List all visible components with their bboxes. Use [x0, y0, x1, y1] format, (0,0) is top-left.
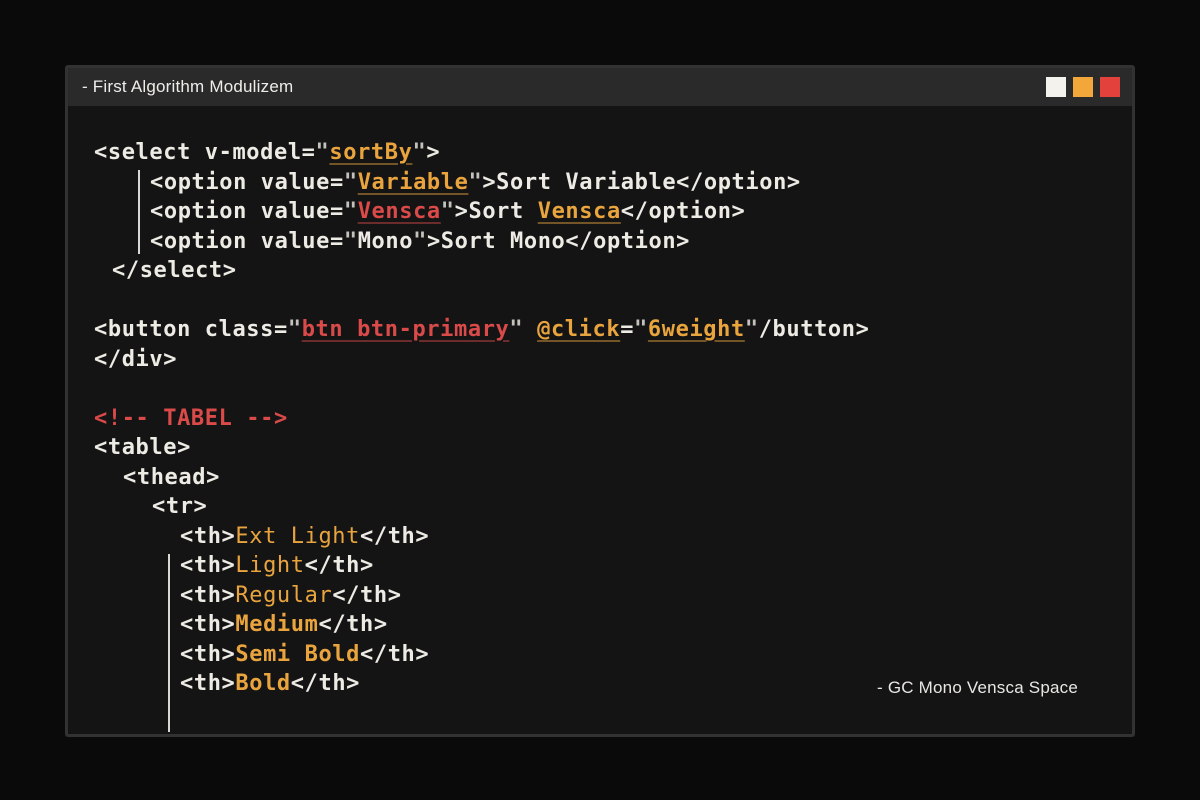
footer-label: - GC Mono Vensca Space [877, 678, 1078, 698]
code-token: <!-- TABEL --> [94, 406, 288, 431]
code-token: " [413, 229, 427, 254]
code-token [523, 317, 537, 342]
code-token: <th> [180, 642, 235, 667]
code-line: <option value="Variable">Sort Variable</… [94, 168, 1132, 198]
code-token: /button> [759, 317, 870, 342]
close-button[interactable] [1100, 77, 1120, 97]
code-token: </th> [332, 583, 401, 608]
indent-guide [168, 554, 170, 732]
code-line: <th>Medium</th> [94, 610, 1132, 640]
code-token: " [288, 317, 302, 342]
code-token: Regular [235, 583, 332, 608]
code-token: <option value= [150, 199, 344, 224]
code-token: <th> [180, 524, 235, 549]
code-token: Vensca [538, 199, 621, 224]
code-line: </select> [94, 256, 1132, 286]
code-token: Medium [235, 612, 318, 637]
code-token: > [426, 140, 440, 165]
code-line: <th>Ext Light</th> [94, 522, 1132, 552]
maximize-button[interactable] [1073, 77, 1093, 97]
code-line-blank [94, 286, 1132, 316]
titlebar: - First Algorithm Modulizem [68, 68, 1132, 106]
code-editor-area[interactable]: <select v-model="sortBy"><option value="… [68, 106, 1132, 734]
code-token: sortBy [329, 140, 412, 165]
code-token: <button class= [94, 317, 288, 342]
code-token: Mono [358, 229, 413, 254]
code-token: <table> [94, 435, 191, 460]
code-line: <button class="btn btn-primary" @click="… [94, 315, 1132, 345]
code-token: @click [537, 317, 620, 342]
code-line: <tr> [94, 492, 1132, 522]
code-token: = [620, 317, 634, 342]
code-token: " [412, 140, 426, 165]
editor-window: - First Algorithm Modulizem <select v-mo… [65, 65, 1135, 737]
code-token: <select v-model= [94, 140, 316, 165]
indent-guide [138, 170, 140, 254]
code-token: <option value= [150, 229, 344, 254]
code-token: </select> [112, 258, 237, 283]
code-token: </option> [621, 199, 746, 224]
code-line: <th>Regular</th> [94, 581, 1132, 611]
code-line: <select v-model="sortBy"> [94, 138, 1132, 168]
code-token: " [316, 140, 330, 165]
code-token: 6weight [648, 317, 745, 342]
code-token: Bold [235, 671, 290, 696]
code-token: </th> [318, 612, 387, 637]
code-token: >Sort Variable</option> [482, 170, 800, 195]
code-line: <option value="Mono">Sort Mono</option> [94, 227, 1132, 257]
code-token: Vensca [358, 199, 441, 224]
code-token: Variable [358, 170, 469, 195]
code-token: btn btn-primary [302, 317, 510, 342]
code-token: </div> [94, 347, 177, 372]
code-token: " [344, 229, 358, 254]
code-line: <th>Light</th> [94, 551, 1132, 581]
window-controls [1046, 77, 1120, 97]
code-token: Semi Bold [235, 642, 360, 667]
code-line: <option value="Vensca">Sort Vensca</opti… [94, 197, 1132, 227]
code-line-blank [94, 374, 1132, 404]
code-token: </th> [291, 671, 360, 696]
code-line: </div> [94, 345, 1132, 375]
code-lines: <select v-model="sortBy"><option value="… [94, 138, 1132, 699]
code-token: <thead> [123, 465, 220, 490]
code-line: <th>Semi Bold</th> [94, 640, 1132, 670]
code-line: <thead> [94, 463, 1132, 493]
code-token: " [509, 317, 523, 342]
code-token: >Sort Mono</option> [427, 229, 690, 254]
code-token: <th> [180, 553, 235, 578]
code-token: Light [235, 553, 304, 578]
code-token: </th> [360, 524, 429, 549]
code-token: " [468, 170, 482, 195]
code-token: </th> [305, 553, 374, 578]
code-token: " [344, 199, 358, 224]
code-token: " [634, 317, 648, 342]
minimize-button[interactable] [1046, 77, 1066, 97]
code-token: <th> [180, 583, 235, 608]
code-token: <th> [180, 671, 235, 696]
code-token: " [441, 199, 455, 224]
code-token: </th> [360, 642, 429, 667]
code-token: <tr> [152, 494, 207, 519]
code-line: <!-- TABEL --> [94, 404, 1132, 434]
code-token: <option value= [150, 170, 344, 195]
code-token: " [344, 170, 358, 195]
code-token: >Sort [455, 199, 538, 224]
code-token: " [745, 317, 759, 342]
code-token: Ext Light [235, 524, 360, 549]
window-title: - First Algorithm Modulizem [82, 77, 293, 97]
code-line: <table> [94, 433, 1132, 463]
code-token: <th> [180, 612, 235, 637]
